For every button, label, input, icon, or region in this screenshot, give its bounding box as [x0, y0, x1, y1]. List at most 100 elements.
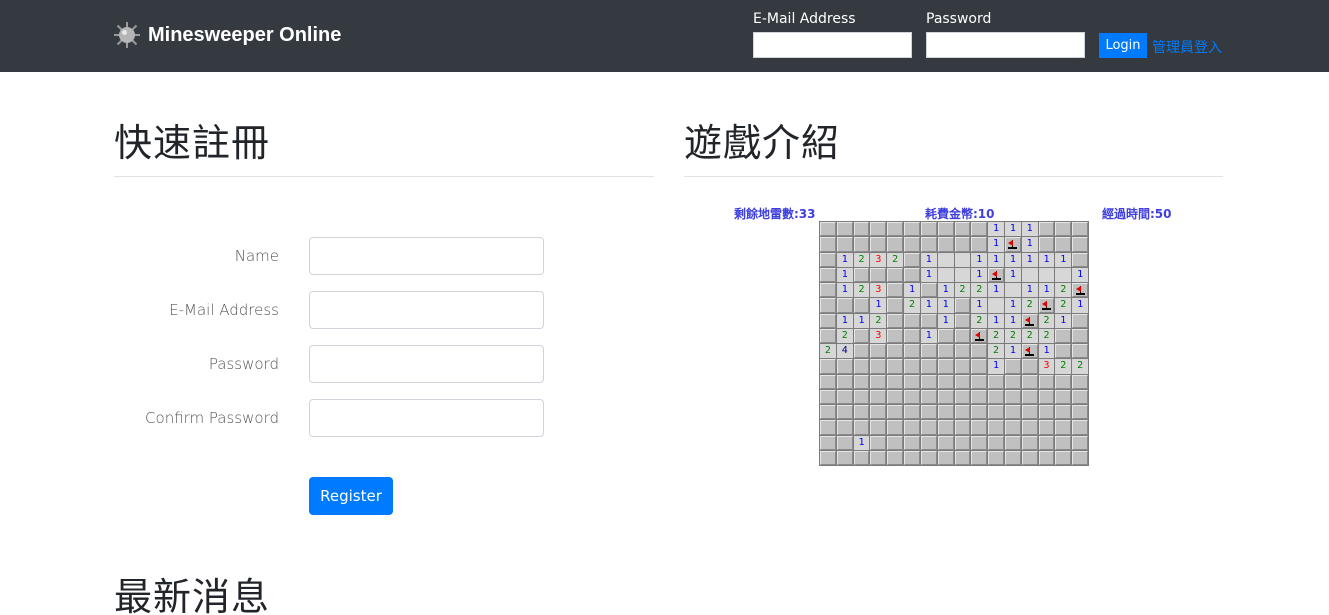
- flagged-cell[interactable]: [988, 267, 1004, 282]
- covered-cell[interactable]: [1072, 344, 1088, 359]
- covered-cell[interactable]: [937, 450, 954, 465]
- covered-cell[interactable]: [887, 328, 904, 343]
- covered-cell[interactable]: [853, 298, 870, 313]
- number-cell[interactable]: 2: [1055, 359, 1072, 374]
- number-cell[interactable]: 1: [1004, 313, 1021, 328]
- covered-cell[interactable]: [1038, 389, 1055, 404]
- covered-cell[interactable]: [937, 389, 954, 404]
- open-cell[interactable]: [1004, 283, 1021, 298]
- covered-cell[interactable]: [820, 237, 836, 252]
- number-cell[interactable]: 2: [1072, 359, 1088, 374]
- covered-cell[interactable]: [820, 435, 836, 450]
- covered-cell[interactable]: [920, 450, 937, 465]
- email-input[interactable]: [309, 291, 544, 329]
- covered-cell[interactable]: [1055, 405, 1072, 420]
- covered-cell[interactable]: [971, 435, 988, 450]
- password-input[interactable]: [309, 345, 544, 383]
- number-cell[interactable]: 1: [988, 252, 1004, 267]
- covered-cell[interactable]: [937, 374, 954, 389]
- covered-cell[interactable]: [971, 222, 988, 237]
- covered-cell[interactable]: [887, 435, 904, 450]
- covered-cell[interactable]: [853, 450, 870, 465]
- covered-cell[interactable]: [920, 435, 937, 450]
- covered-cell[interactable]: [870, 222, 887, 237]
- covered-cell[interactable]: [954, 374, 971, 389]
- number-cell[interactable]: 1: [1038, 344, 1055, 359]
- covered-cell[interactable]: [853, 328, 870, 343]
- covered-cell[interactable]: [836, 222, 853, 237]
- number-cell[interactable]: 2: [988, 328, 1004, 343]
- covered-cell[interactable]: [954, 344, 971, 359]
- number-cell[interactable]: 2: [954, 283, 971, 298]
- number-cell[interactable]: 1: [1004, 267, 1021, 282]
- number-cell[interactable]: 2: [1038, 328, 1055, 343]
- number-cell[interactable]: 1: [1021, 252, 1038, 267]
- covered-cell[interactable]: [904, 328, 920, 343]
- covered-cell[interactable]: [836, 298, 853, 313]
- number-cell[interactable]: 1: [988, 222, 1004, 237]
- covered-cell[interactable]: [887, 344, 904, 359]
- covered-cell[interactable]: [820, 298, 836, 313]
- covered-cell[interactable]: [971, 374, 988, 389]
- covered-cell[interactable]: [836, 374, 853, 389]
- covered-cell[interactable]: [887, 405, 904, 420]
- covered-cell[interactable]: [954, 420, 971, 435]
- covered-cell[interactable]: [836, 450, 853, 465]
- covered-cell[interactable]: [870, 374, 887, 389]
- number-cell[interactable]: 2: [1004, 328, 1021, 343]
- nav-email-input[interactable]: [753, 32, 912, 58]
- covered-cell[interactable]: [954, 222, 971, 237]
- covered-cell[interactable]: [887, 313, 904, 328]
- covered-cell[interactable]: [820, 450, 836, 465]
- covered-cell[interactable]: [820, 222, 836, 237]
- covered-cell[interactable]: [1055, 328, 1072, 343]
- covered-cell[interactable]: [1038, 405, 1055, 420]
- covered-cell[interactable]: [971, 237, 988, 252]
- number-cell[interactable]: 2: [988, 344, 1004, 359]
- covered-cell[interactable]: [937, 435, 954, 450]
- covered-cell[interactable]: [1021, 359, 1038, 374]
- flagged-cell[interactable]: [1004, 237, 1021, 252]
- covered-cell[interactable]: [1072, 435, 1088, 450]
- covered-cell[interactable]: [820, 328, 836, 343]
- covered-cell[interactable]: [887, 237, 904, 252]
- covered-cell[interactable]: [904, 222, 920, 237]
- number-cell[interactable]: 2: [1055, 283, 1072, 298]
- covered-cell[interactable]: [1072, 313, 1088, 328]
- covered-cell[interactable]: [870, 237, 887, 252]
- covered-cell[interactable]: [971, 405, 988, 420]
- covered-cell[interactable]: [971, 344, 988, 359]
- covered-cell[interactable]: [1021, 420, 1038, 435]
- covered-cell[interactable]: [971, 359, 988, 374]
- covered-cell[interactable]: [937, 420, 954, 435]
- covered-cell[interactable]: [920, 374, 937, 389]
- covered-cell[interactable]: [1004, 420, 1021, 435]
- open-cell[interactable]: [954, 267, 971, 282]
- covered-cell[interactable]: [904, 344, 920, 359]
- covered-cell[interactable]: [954, 237, 971, 252]
- covered-cell[interactable]: [904, 420, 920, 435]
- covered-cell[interactable]: [988, 420, 1004, 435]
- covered-cell[interactable]: [1004, 359, 1021, 374]
- number-cell[interactable]: 2: [853, 283, 870, 298]
- covered-cell[interactable]: [820, 252, 836, 267]
- open-cell[interactable]: [954, 252, 971, 267]
- covered-cell[interactable]: [920, 344, 937, 359]
- number-cell[interactable]: 3: [870, 283, 887, 298]
- number-cell[interactable]: 1: [836, 252, 853, 267]
- covered-cell[interactable]: [1021, 405, 1038, 420]
- flagged-cell[interactable]: [1021, 344, 1038, 359]
- covered-cell[interactable]: [820, 359, 836, 374]
- covered-cell[interactable]: [988, 450, 1004, 465]
- number-cell[interactable]: 1: [971, 252, 988, 267]
- covered-cell[interactable]: [954, 389, 971, 404]
- covered-cell[interactable]: [1055, 374, 1072, 389]
- covered-cell[interactable]: [853, 267, 870, 282]
- covered-cell[interactable]: [853, 389, 870, 404]
- covered-cell[interactable]: [904, 450, 920, 465]
- covered-cell[interactable]: [1038, 450, 1055, 465]
- covered-cell[interactable]: [1055, 420, 1072, 435]
- flagged-cell[interactable]: [1021, 313, 1038, 328]
- number-cell[interactable]: 1: [920, 267, 937, 282]
- covered-cell[interactable]: [1038, 237, 1055, 252]
